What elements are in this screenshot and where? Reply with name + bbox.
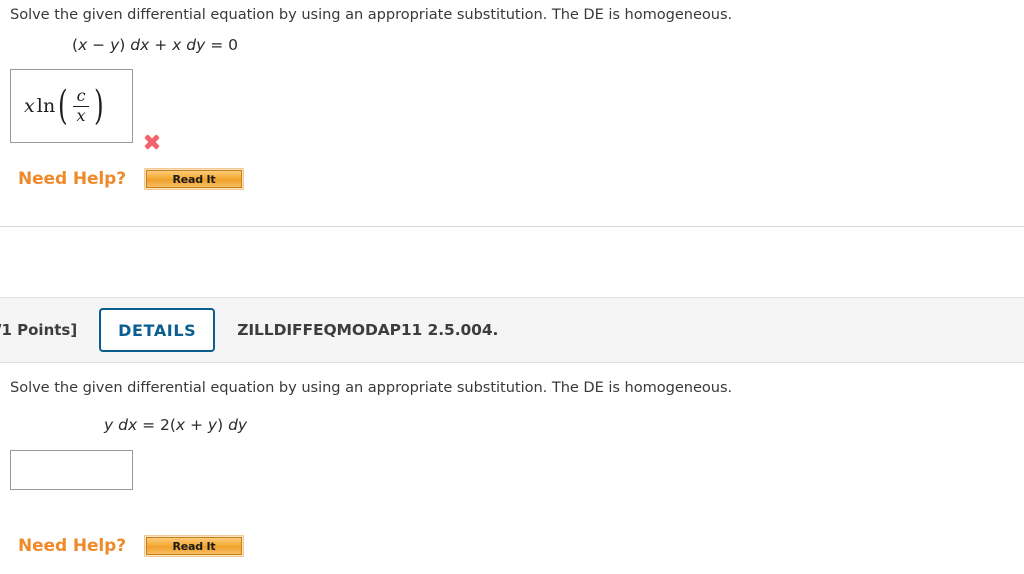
- read-it-button-inner-2: Read It: [146, 537, 242, 555]
- details-button[interactable]: DETAILS: [99, 308, 216, 352]
- read-it-button[interactable]: Read It: [144, 168, 244, 190]
- question-1-equation-row: (x − y) dx + x dy = 0: [0, 35, 1024, 55]
- question-2-answer-field[interactable]: [10, 450, 133, 490]
- question-2-id: ZILLDIFFEQMODAP11 2.5.004.: [237, 321, 499, 339]
- math-denominator: x: [76, 105, 86, 125]
- question-1-prompt: Solve the given differential equation by…: [10, 6, 733, 23]
- question-1-need-help-row: Need Help? Read It: [0, 168, 1024, 190]
- question-2-equation: y dx = 2(x + y) dy: [104, 416, 248, 434]
- math-lead-variable: x: [24, 95, 35, 117]
- question-1-equation: (x − y) dx + x dy = 0: [72, 36, 238, 54]
- read-it-button-label: Read It: [172, 172, 216, 186]
- question-2-points: /1 Points]: [0, 321, 78, 339]
- assignment-page: Solve the given differential equation by…: [0, 0, 1024, 574]
- math-function-ln: ln: [36, 95, 56, 117]
- read-it-button-2[interactable]: Read It: [144, 535, 244, 557]
- question-2-prompt: Solve the given differential equation by…: [10, 379, 733, 396]
- question-1-prompt-row: Solve the given differential equation by…: [0, 5, 1024, 25]
- question-2-equation-row: y dx = 2(x + y) dy: [0, 415, 1024, 435]
- question-2-prompt-row: Solve the given differential equation by…: [0, 378, 1024, 398]
- question-2-header-bar: /1 Points] DETAILS ZILLDIFFEQMODAP11 2.5…: [0, 297, 1024, 363]
- math-fraction: c x: [73, 86, 90, 125]
- math-numerator: c: [76, 86, 86, 106]
- read-it-button-inner: Read It: [146, 170, 242, 188]
- read-it-button-label-2: Read It: [172, 539, 216, 553]
- need-help-label-2: Need Help?: [18, 536, 126, 556]
- answer-input-empty[interactable]: [10, 450, 133, 490]
- details-button-label: DETAILS: [118, 320, 197, 340]
- need-help-label: Need Help?: [18, 169, 126, 189]
- question-1-answer-field[interactable]: x ln ( c x ): [10, 69, 133, 143]
- math-expression: x ln ( c x ): [24, 83, 104, 129]
- math-answer-box[interactable]: x ln ( c x ): [10, 69, 133, 143]
- question-2-need-help-row: Need Help? Read It: [0, 535, 1024, 557]
- red-x-icon: [142, 132, 162, 152]
- question-1-divider: [0, 226, 1024, 227]
